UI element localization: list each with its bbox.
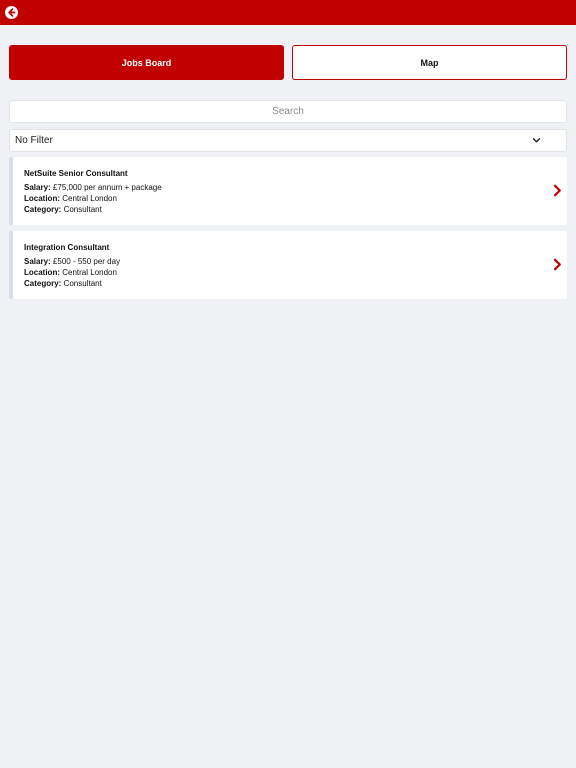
- chevron-right-icon[interactable]: [553, 258, 562, 271]
- job-category: Category: Consultant: [24, 279, 102, 288]
- job-salary: Salary: £75,000 per annum + package: [24, 183, 162, 192]
- salary-label: Salary:: [24, 183, 51, 192]
- job-title: Integration Consultant: [24, 243, 110, 252]
- tab-label: Jobs Board: [121, 57, 172, 68]
- location-label: Location:: [24, 268, 60, 277]
- job-location: Location: Central London: [24, 194, 117, 203]
- job-title: NetSuite Senior Consultant: [24, 169, 128, 178]
- location-value: Central London: [62, 268, 117, 277]
- salary-value: £500 - 550 per day: [52, 257, 121, 266]
- filter-selected-value: No Filter: [15, 135, 53, 146]
- chevron-right-icon[interactable]: [553, 184, 562, 197]
- category-label: Category:: [24, 279, 62, 288]
- chevron-down-icon: [532, 138, 541, 143]
- salary-label: Salary:: [24, 257, 51, 266]
- job-category: Category: Consultant: [24, 205, 102, 214]
- category-value: Consultant: [63, 205, 102, 214]
- job-card[interactable]: NetSuite Senior Consultant Salary: £75,0…: [9, 157, 567, 225]
- tab-map[interactable]: Map: [292, 45, 567, 80]
- location-label: Location:: [24, 194, 60, 203]
- job-salary: Salary: £500 - 550 per day: [24, 257, 120, 266]
- view-tabs: Jobs Board Map: [9, 45, 567, 80]
- tab-label: Map: [420, 57, 439, 68]
- job-card[interactable]: Integration Consultant Salary: £500 - 55…: [9, 231, 567, 299]
- job-location: Location: Central London: [24, 268, 117, 277]
- category-value: Consultant: [63, 279, 102, 288]
- category-label: Category:: [24, 205, 62, 214]
- top-bar: [0, 0, 576, 25]
- job-list: NetSuite Senior Consultant Salary: £75,0…: [9, 157, 567, 305]
- search-input[interactable]: [9, 100, 567, 123]
- tab-jobs-board[interactable]: Jobs Board: [9, 45, 284, 80]
- location-value: Central London: [62, 194, 117, 203]
- filter-select[interactable]: No Filter: [9, 129, 567, 152]
- salary-value: £75,000 per annum + package: [52, 183, 162, 192]
- arrow-left-circle-icon[interactable]: [5, 6, 18, 19]
